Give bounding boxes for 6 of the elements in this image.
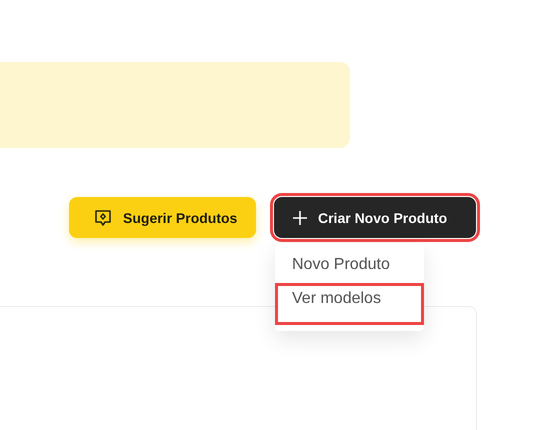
menu-item[interactable]: Novo Produto — [275, 249, 424, 283]
suggest-products-button[interactable]: Sugerir Produtos — [69, 197, 256, 238]
create-product-button[interactable]: Criar Novo Produto — [274, 197, 476, 238]
plus-icon — [292, 210, 308, 226]
menu-item[interactable]: Ver modelos — [275, 283, 424, 325]
sparkle-bubble-icon — [93, 208, 113, 228]
